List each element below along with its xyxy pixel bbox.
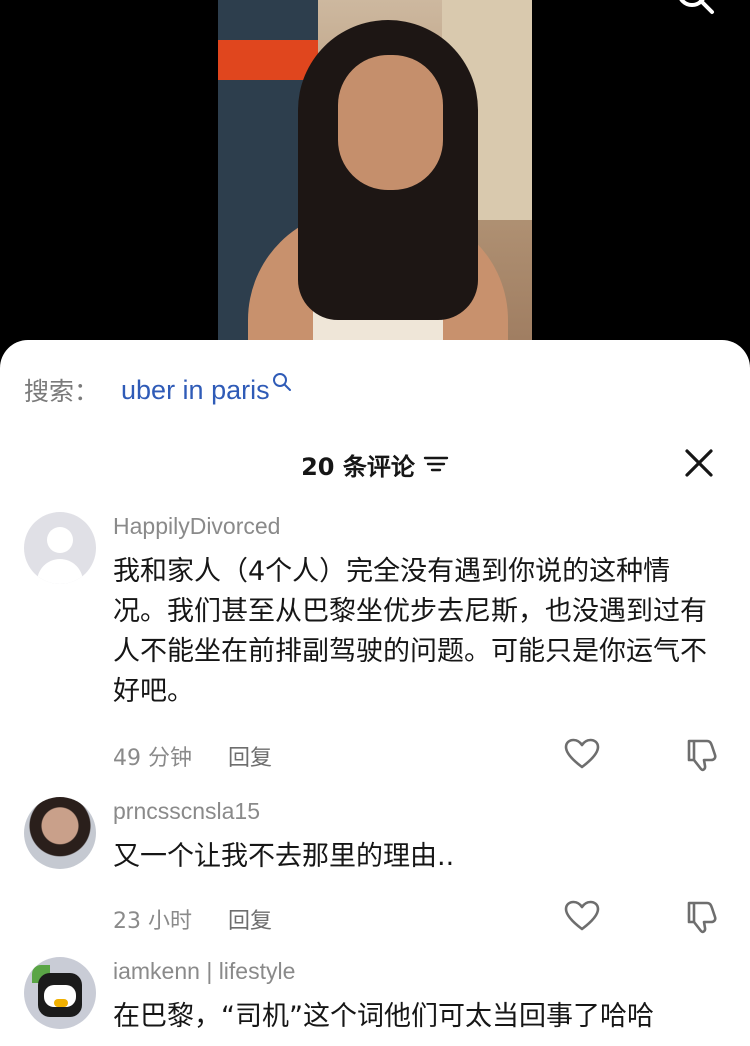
search-icon[interactable] <box>672 0 716 20</box>
comment-meta: 23 小时 回复 <box>113 903 272 935</box>
video-person-face <box>338 55 443 190</box>
comment-time: 23 小时 <box>113 909 192 934</box>
avatar[interactable] <box>24 512 96 584</box>
search-suggestion[interactable]: 搜索： uber in paris <box>24 370 292 410</box>
reply-button[interactable]: 回复 <box>228 903 272 935</box>
video-player[interactable] <box>0 0 750 360</box>
heart-icon[interactable] <box>564 900 600 932</box>
video-frame[interactable] <box>218 0 532 340</box>
comment-meta: 49 分钟 回复 <box>113 740 272 772</box>
comment-username[interactable]: prncsscnsla15 <box>113 798 260 825</box>
comment-count: 20 条评论 <box>301 452 415 481</box>
reply-button[interactable]: 回复 <box>228 740 272 772</box>
search-query-link[interactable]: uber in paris <box>121 375 270 406</box>
comments-sheet: 搜索： uber in paris 20 条评论 HappilyDivorced… <box>0 340 750 1046</box>
heart-icon[interactable] <box>564 738 600 770</box>
filter-icon[interactable] <box>423 454 449 474</box>
comment-username[interactable]: iamkenn | lifestyle <box>113 958 295 985</box>
search-icon <box>272 373 291 391</box>
avatar[interactable] <box>24 797 96 869</box>
comments-header: 20 条评论 <box>0 446 750 482</box>
dislike-icon[interactable] <box>683 900 719 934</box>
avatar[interactable] <box>24 957 96 1029</box>
comment-text: 在巴黎，“司机”这个词他们可太当回事了哈哈 <box>113 1001 654 1032</box>
dislike-icon[interactable] <box>683 738 719 772</box>
search-label: 搜索： <box>24 377 100 406</box>
comment-text: 又一个让我不去那里的理由.. <box>113 841 455 872</box>
close-icon[interactable] <box>684 448 714 478</box>
comment-time: 49 分钟 <box>113 746 192 771</box>
comment-username[interactable]: HappilyDivorced <box>113 513 280 540</box>
comment-text: 我和家人（4个人）完全没有遇到你说的这种情况。我们甚至从巴黎坐优步去尼斯，也没遇… <box>113 556 707 707</box>
